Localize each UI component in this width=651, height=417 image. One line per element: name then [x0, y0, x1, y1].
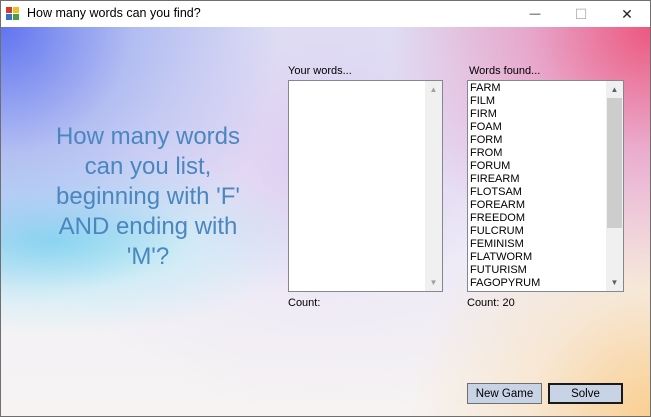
- list-item[interactable]: FREEDOM: [470, 212, 605, 225]
- list-item[interactable]: FULCRUM: [470, 225, 605, 238]
- words-found-items: FARM FILM FIRM FOAM FORM FROM FORUM FIREARM FLOT…: [470, 82, 605, 290]
- list-item[interactable]: FAGOPYRUM: [470, 277, 605, 290]
- solve-button[interactable]: Solve: [548, 383, 623, 404]
- scroll-down-icon[interactable]: ▼: [606, 274, 623, 291]
- scroll-thumb[interactable]: [607, 98, 622, 228]
- your-words-listbox[interactable]: ▲ ▼: [288, 80, 443, 292]
- words-found-listbox[interactable]: FARM FILM FIRM FOAM FORM FROM FORUM FIREARM FLOT…: [467, 80, 624, 292]
- list-item[interactable]: FLATWORM: [470, 251, 605, 264]
- puzzle-prompt: How many words can you list, beginning w…: [55, 123, 241, 270]
- window-title: How many words can you find?: [27, 6, 201, 20]
- your-words-scrollbar[interactable]: ▲ ▼: [425, 81, 442, 291]
- list-item[interactable]: FROM: [470, 147, 605, 160]
- list-item[interactable]: FOAM: [470, 121, 605, 134]
- app-window: How many words can you find? — ☐ ✕ How m…: [0, 0, 651, 417]
- words-found-scrollbar[interactable]: ▲ ▼: [606, 81, 623, 291]
- close-icon: ✕: [621, 5, 633, 22]
- your-words-count: Count:: [288, 297, 321, 309]
- form-client-area: How many words can you list, beginning w…: [1, 27, 650, 416]
- words-found-label: Words found...: [469, 65, 541, 77]
- scroll-up-icon[interactable]: ▲: [606, 81, 623, 98]
- list-item[interactable]: FIREARM: [470, 173, 605, 186]
- list-item[interactable]: FARM: [470, 82, 605, 95]
- words-found-count: Count: 20: [467, 297, 515, 309]
- list-item[interactable]: FORUM: [470, 160, 605, 173]
- scroll-up-icon[interactable]: ▲: [425, 81, 442, 98]
- maximize-icon: ☐: [574, 5, 588, 22]
- maximize-button[interactable]: ☐: [558, 1, 604, 27]
- title-bar[interactable]: How many words can you find? — ☐ ✕: [1, 1, 650, 27]
- list-item[interactable]: FOREARM: [470, 199, 605, 212]
- minimize-icon: —: [529, 8, 541, 20]
- list-item[interactable]: FIRM: [470, 108, 605, 121]
- list-item[interactable]: FILM: [470, 95, 605, 108]
- list-item[interactable]: FORM: [470, 134, 605, 147]
- your-words-label: Your words...: [288, 65, 352, 77]
- list-item[interactable]: FLOTSAM: [470, 186, 605, 199]
- new-game-button[interactable]: New Game: [467, 383, 542, 404]
- list-item[interactable]: FEMINISM: [470, 238, 605, 251]
- minimize-button[interactable]: —: [512, 1, 558, 27]
- scroll-down-icon[interactable]: ▼: [425, 274, 442, 291]
- app-icon[interactable]: [6, 7, 20, 21]
- close-button[interactable]: ✕: [604, 1, 650, 27]
- list-item[interactable]: FUTURISM: [470, 264, 605, 277]
